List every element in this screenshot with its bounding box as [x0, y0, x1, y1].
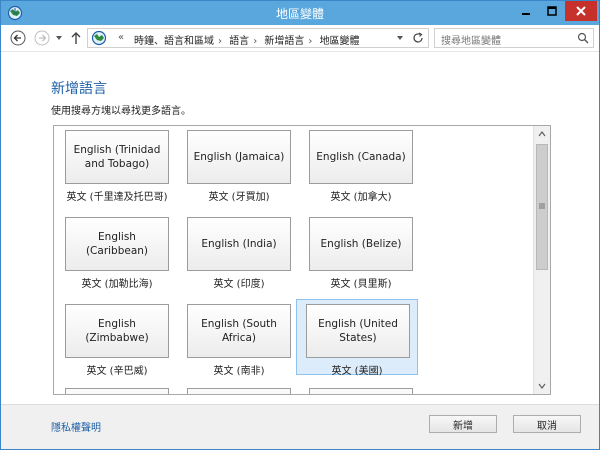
- language-caption: 英文 (貝里斯): [330, 279, 392, 290]
- add-button[interactable]: 新增: [429, 415, 497, 433]
- language-list[interactable]: English (Trinidad and Tobago) 英文 (千里達及托巴哥…: [53, 125, 551, 395]
- language-card[interactable]: English (United States): [306, 304, 410, 358]
- main-content: 新增語言 使用搜尋方塊以尋找更多語言。 English (Trinidad and…: [1, 52, 599, 404]
- language-name: English: [98, 231, 136, 243]
- language-tile[interactable]: English (Belize) 英文 (貝里斯): [301, 213, 421, 299]
- refresh-icon[interactable]: [412, 32, 424, 44]
- back-arrow-icon: [10, 30, 26, 46]
- language-caption: 英文 (印度): [213, 279, 265, 290]
- search-icon[interactable]: [577, 32, 589, 44]
- language-tile[interactable]: English (Zimbabwe) 英文 (辛巴威): [57, 300, 177, 386]
- search-box[interactable]: 搜尋地區變體: [434, 28, 594, 48]
- footer-bar: 隱私權聲明 新增 取消: [1, 404, 599, 449]
- breadcrumb-item[interactable]: 時鐘、語言和區域: [134, 36, 214, 47]
- language-name: English: [98, 318, 136, 330]
- maximize-icon: [547, 6, 557, 16]
- window-title: 地區變體: [275, 7, 324, 21]
- language-name: (Caribbean): [85, 245, 149, 257]
- up-button[interactable]: [69, 29, 83, 47]
- language-caption: 英文 (南非): [213, 366, 265, 377]
- language-card[interactable]: English (Caribbean): [65, 217, 169, 271]
- language-card-partial[interactable]: [65, 388, 169, 394]
- language-name: English (Canada): [316, 151, 406, 163]
- language-tile[interactable]: English (South Africa) 英文 (南非): [179, 300, 299, 386]
- language-tile[interactable]: English (Jamaica) 英文 (牙買加): [179, 126, 299, 212]
- breadcrumb-item[interactable]: 語言: [229, 36, 249, 47]
- language-card[interactable]: English (Jamaica): [187, 130, 291, 184]
- chevron-down-icon: [56, 36, 62, 40]
- breadcrumb: 時鐘、語言和區域 › 語言 › 新增語言 › 地區變體: [134, 32, 364, 47]
- breadcrumb-item[interactable]: 地區變體: [320, 36, 360, 47]
- minimize-button[interactable]: [513, 1, 539, 21]
- globe-clock-icon: [91, 30, 107, 46]
- recent-locations-button[interactable]: [54, 29, 64, 47]
- scroll-down-button[interactable]: [534, 378, 550, 394]
- language-name: States): [339, 332, 377, 344]
- close-icon: [576, 6, 586, 16]
- back-button[interactable]: [9, 29, 27, 47]
- language-tile[interactable]: English (Trinidad and Tobago) 英文 (千里達及托巴哥…: [57, 126, 177, 212]
- privacy-statement-link[interactable]: 隱私權聲明: [51, 419, 101, 434]
- language-name: English (South: [201, 318, 277, 330]
- language-name: Africa): [221, 332, 257, 344]
- language-name: English (Jamaica): [193, 151, 285, 163]
- vertical-scrollbar[interactable]: [533, 126, 550, 394]
- scroll-up-button[interactable]: [534, 126, 550, 142]
- language-tile[interactable]: English (India) 英文 (印度): [179, 213, 299, 299]
- language-card[interactable]: English (Canada): [309, 130, 413, 184]
- chevron-up-icon: [538, 131, 546, 137]
- address-bar[interactable]: « 時鐘、語言和區域 › 語言 › 新增語言 › 地區變體: [87, 28, 429, 48]
- language-caption: 英文 (牙買加): [208, 192, 270, 203]
- instruction-text: 使用搜尋方塊以尋找更多語言。: [51, 106, 191, 117]
- language-caption: 英文 (加拿大): [330, 192, 392, 203]
- language-tile-selected[interactable]: English (United States) 英文 (美國): [296, 299, 418, 377]
- window-body: « 時鐘、語言和區域 › 語言 › 新增語言 › 地區變體 搜尋地區變體 新增語言 使…: [1, 25, 599, 449]
- language-caption: 英文 (加勒比海): [81, 279, 153, 290]
- language-caption: 英文 (辛巴威): [86, 366, 148, 377]
- navigation-bar: « 時鐘、語言和區域 › 語言 › 新增語言 › 地區變體 搜尋地區變體: [1, 25, 599, 52]
- language-caption: 英文 (美國): [331, 366, 383, 377]
- language-name: English (India): [201, 238, 277, 250]
- search-input[interactable]: 搜尋地區變體: [441, 32, 501, 47]
- language-card[interactable]: English (India): [187, 217, 291, 271]
- overflow-chevron[interactable]: «: [118, 32, 124, 43]
- language-caption: 英文 (千里達及托巴哥): [66, 192, 168, 203]
- language-name: English (Belize): [320, 238, 402, 250]
- maximize-button[interactable]: [539, 1, 565, 21]
- window: 地區變體 « 時鐘、語言和區域 › 語言 › 新增語言 › 地區變體 搜尋地區變…: [0, 0, 600, 450]
- language-card[interactable]: English (Belize): [309, 217, 413, 271]
- scroll-thumb[interactable]: [536, 144, 548, 270]
- grip-icon: [539, 203, 545, 209]
- page-title: 新增語言: [51, 81, 107, 97]
- cancel-button[interactable]: 取消: [513, 415, 581, 433]
- language-tile[interactable]: English (Canada) 英文 (加拿大): [301, 126, 421, 212]
- language-tile[interactable]: English (Caribbean) 英文 (加勒比海): [57, 213, 177, 299]
- language-name: and Tobago): [84, 158, 150, 170]
- breadcrumb-item[interactable]: 新增語言: [264, 36, 304, 47]
- language-card[interactable]: English (South Africa): [187, 304, 291, 358]
- language-name: (Zimbabwe): [85, 332, 149, 344]
- language-card[interactable]: English (Trinidad and Tobago): [65, 130, 169, 184]
- close-button[interactable]: [565, 1, 597, 21]
- title-bar[interactable]: 地區變體: [1, 1, 599, 25]
- address-dropdown-icon[interactable]: [396, 34, 404, 42]
- language-name: English (Trinidad: [73, 144, 161, 156]
- minimize-icon: [522, 13, 530, 15]
- language-card[interactable]: English (Zimbabwe): [65, 304, 169, 358]
- language-name: English (United: [318, 318, 398, 330]
- forward-arrow-icon: [34, 30, 50, 46]
- language-card-partial[interactable]: [187, 388, 291, 394]
- up-arrow-icon: [71, 32, 81, 44]
- breadcrumb-separator: ›: [218, 36, 222, 47]
- forward-button[interactable]: [33, 29, 51, 47]
- chevron-down-icon: [538, 383, 546, 389]
- breadcrumb-separator: ›: [308, 36, 313, 47]
- language-card-partial[interactable]: [309, 388, 413, 394]
- breadcrumb-separator: ›: [253, 36, 258, 47]
